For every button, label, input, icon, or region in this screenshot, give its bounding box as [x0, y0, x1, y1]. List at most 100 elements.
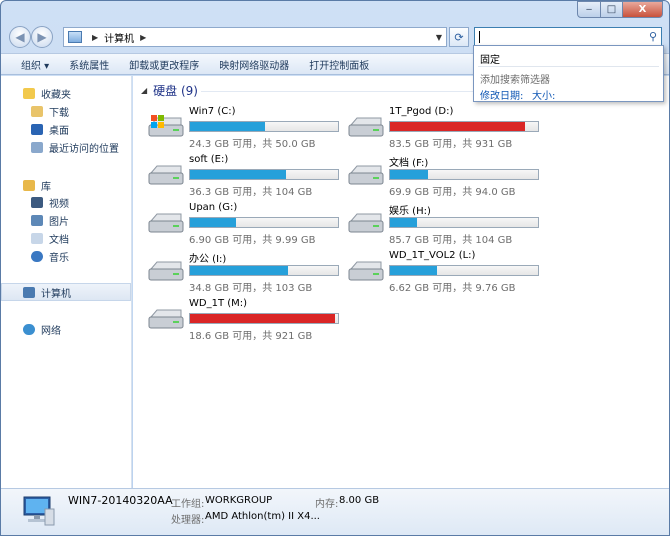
sidebar-item-computer[interactable]: 计算机 [1, 283, 131, 301]
drive-usage-fill [190, 122, 266, 131]
filter-date-modified-link[interactable]: 修改日期: [480, 87, 523, 102]
drive-space-info: 69.9 GB 可用，共 94.0 GB [389, 187, 516, 198]
drive-usage-fill [190, 170, 287, 179]
drive-item[interactable]: 1T_Pgod (D:) 83.5 GB 可用，共 931 GB [347, 106, 547, 152]
sidebar-item-label: 下载 [49, 107, 69, 119]
drive-name: WD_1T_VOL2 (L:) [389, 250, 476, 261]
computer-name: WIN7-20140320AA [68, 494, 173, 507]
star-icon [23, 87, 35, 99]
sidebar-item-desktop[interactable]: 桌面 [31, 120, 69, 138]
navigation-pane: 收藏夹 下载 桌面 最近访问的位置 库 视频 图片 文档 音乐 计算机 网络 [1, 76, 132, 488]
desktop-icon [31, 123, 43, 135]
music-icon [31, 250, 43, 262]
pin-label: 固定 [480, 55, 500, 66]
filter-size-link[interactable]: 大小: [532, 87, 555, 102]
group-header-hard-disks[interactable]: ◢ 硬盘 (9) [141, 82, 198, 99]
system-properties-button[interactable]: 系统属性 [59, 57, 119, 72]
computer-icon [68, 31, 82, 43]
sidebar-item-label: 文档 [49, 234, 69, 246]
hard-drive-icon [348, 213, 384, 233]
sidebar-item-videos[interactable]: 视频 [31, 193, 69, 211]
group-title: 硬盘 (9) [153, 84, 198, 98]
drive-item[interactable]: WD_1T (M:) 18.6 GB 可用，共 921 GB [147, 298, 347, 344]
drive-usage-fill [190, 218, 236, 227]
network-icon [23, 323, 35, 335]
organize-button[interactable]: 组织 ▾ [1, 57, 59, 72]
refresh-button[interactable]: ⟳ [449, 27, 469, 47]
drive-usage-bar [389, 169, 539, 180]
drive-item[interactable]: 娱乐 (H:) 85.7 GB 可用，共 104 GB [347, 202, 547, 248]
hard-drive-icon [148, 213, 184, 233]
drive-usage-bar [189, 265, 339, 276]
close-button[interactable]: X [623, 1, 663, 18]
maximize-button[interactable]: □ [601, 1, 623, 18]
picture-icon [31, 214, 43, 226]
sidebar-item-label: 音乐 [49, 252, 69, 264]
sidebar-item-documents[interactable]: 文档 [31, 229, 69, 247]
drive-item[interactable]: WD_1T_VOL2 (L:) 6.62 GB 可用，共 9.76 GB [347, 250, 547, 296]
breadcrumb-separator-icon[interactable]: ▶ [140, 33, 146, 42]
drive-usage-fill [190, 314, 336, 323]
chevron-down-icon[interactable]: ▼ [436, 33, 442, 42]
caption-buttons: ‒ □ X [577, 1, 663, 18]
drive-usage-bar [389, 121, 539, 132]
address-bar[interactable]: ▶ 计算机 ▶ ▼ [63, 27, 447, 47]
hard-drive-icon [148, 261, 184, 281]
sidebar-item-recent[interactable]: 最近访问的位置 [31, 138, 119, 156]
video-icon [31, 196, 43, 208]
sidebar-item-label: 桌面 [49, 125, 69, 137]
sidebar-item-favorites[interactable]: 收藏夹 [23, 84, 71, 102]
hard-drive-icon [148, 309, 184, 329]
text-caret [479, 31, 480, 43]
sidebar-item-label: 计算机 [41, 288, 71, 300]
drive-name: WD_1T (M:) [189, 298, 248, 309]
drive-name: 1T_Pgod (D:) [389, 106, 454, 117]
drive-item[interactable]: soft (E:) 36.3 GB 可用，共 104 GB [147, 154, 347, 200]
drive-usage-bar [189, 121, 339, 132]
sidebar-item-pictures[interactable]: 图片 [31, 211, 69, 229]
drive-space-info: 24.3 GB 可用，共 50.0 GB [189, 139, 316, 150]
sidebar-item-network[interactable]: 网络 [23, 320, 61, 338]
details-pane: WIN7-20140320AA 工作组: WORKGROUP 内存: 8.00 … [1, 488, 669, 535]
library-icon [23, 179, 35, 191]
drive-item[interactable]: Upan (G:) 6.90 GB 可用，共 9.99 GB [147, 202, 347, 248]
arrow-right-icon: ▶ [37, 30, 47, 44]
open-control-panel-button[interactable]: 打开控制面板 [299, 57, 379, 72]
minimize-button[interactable]: ‒ [577, 1, 601, 18]
drive-usage-fill [390, 266, 438, 275]
sidebar-item-libraries[interactable]: 库 [23, 176, 51, 194]
collapse-triangle-icon[interactable]: ◢ [141, 86, 147, 95]
hard-drive-icon [148, 165, 184, 185]
memory-value: 8.00 GB [339, 495, 380, 506]
drive-name: 娱乐 (H:) [389, 206, 431, 217]
breadcrumb-separator-icon: ▶ [92, 32, 99, 42]
drive-item[interactable]: 办公 (I:) 34.8 GB 可用，共 103 GB [147, 250, 347, 296]
drive-usage-fill [390, 218, 417, 227]
search-icon[interactable]: ⚲ [649, 30, 657, 43]
back-button[interactable]: ◀ [9, 26, 31, 48]
sidebar-item-label: 网络 [41, 325, 61, 337]
breadcrumb-computer[interactable]: 计算机 [104, 30, 134, 45]
drive-usage-fill [190, 266, 288, 275]
add-search-filter-label: 添加搜索筛选器 [480, 75, 550, 86]
drive-item[interactable]: Win7 (C:) 24.3 GB 可用，共 50.0 GB [147, 106, 347, 152]
content-pane: ◢ 硬盘 (9) Win7 (C:) 24.3 GB 可用，共 50.0 GB 1T… [133, 76, 669, 488]
sidebar-item-downloads[interactable]: 下载 [31, 102, 69, 120]
search-input[interactable]: ⚲ [474, 27, 662, 47]
drive-space-info: 36.3 GB 可用，共 104 GB [189, 187, 313, 198]
explorer-window: ‒ □ X ◀ ▶ ▶ 计算机 ▶ ▼ ⟳ ⚲ 组织 ▾ 系统属性 卸载或更改程… [0, 0, 670, 536]
uninstall-program-button[interactable]: 卸载或更改程序 [119, 57, 209, 72]
forward-button[interactable]: ▶ [31, 26, 53, 48]
sidebar-item-music[interactable]: 音乐 [31, 247, 69, 265]
drive-usage-bar [189, 217, 339, 228]
map-network-drive-button[interactable]: 映射网络驱动器 [209, 57, 299, 72]
hard-drive-icon [348, 261, 384, 281]
drive-usage-fill [390, 122, 525, 131]
document-icon [31, 232, 43, 244]
processor-label: 处理器: [171, 515, 205, 526]
arrow-left-icon: ◀ [15, 30, 25, 44]
drive-space-info: 34.8 GB 可用，共 103 GB [189, 283, 313, 294]
recent-places-icon [31, 141, 43, 153]
drive-item[interactable]: 文档 (F:) 69.9 GB 可用，共 94.0 GB [347, 154, 547, 200]
drive-space-info: 85.7 GB 可用，共 104 GB [389, 235, 513, 246]
